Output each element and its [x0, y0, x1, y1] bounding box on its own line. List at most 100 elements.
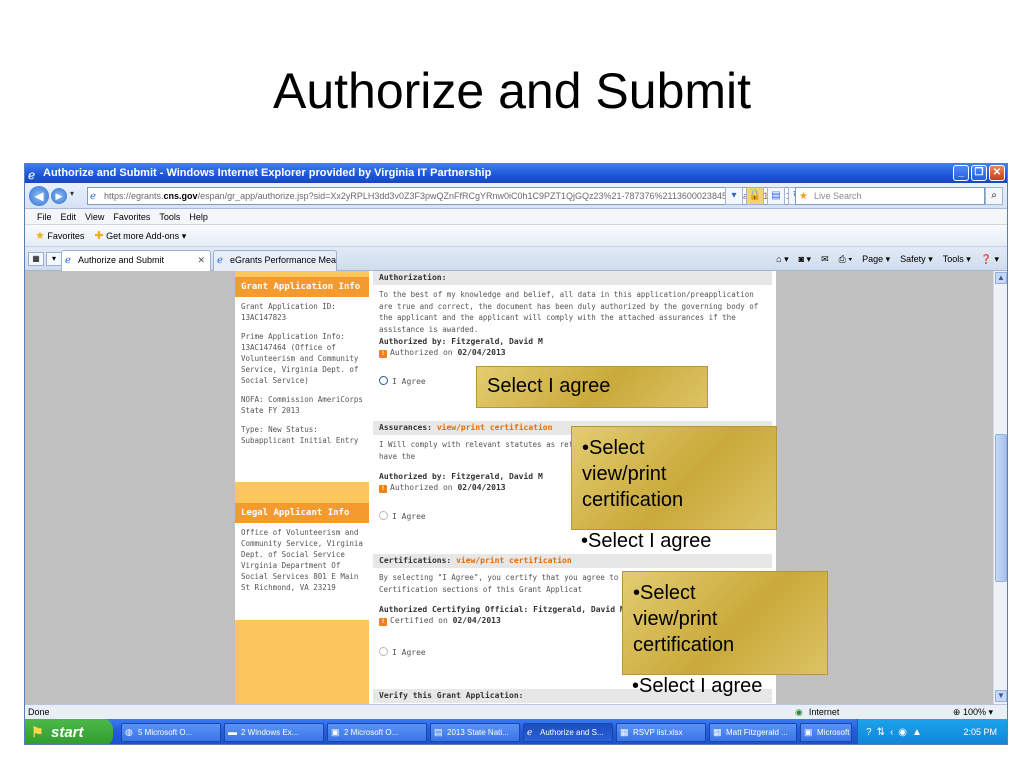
start-button[interactable]: ⚑ start: [25, 719, 113, 744]
taskbar-item[interactable]: ▦ Matt Fitzgerald ...: [709, 723, 797, 742]
live-search-icon: ★: [799, 191, 808, 202]
alert-icon: !: [379, 485, 387, 493]
help-tray-icon[interactable]: ?: [866, 719, 872, 744]
safety-menu[interactable]: Safety ▾: [900, 252, 933, 266]
mail-icon[interactable]: ✉: [821, 252, 829, 266]
taskbar-item[interactable]: ▣Microsoft Office...: [800, 723, 852, 742]
grant-info-block: Grant Application Info Grant Application…: [235, 277, 369, 482]
compatibility-icon[interactable]: ▤: [767, 187, 785, 205]
back-icon[interactable]: ◀: [29, 186, 49, 206]
help-icon[interactable]: ❓ ▾: [981, 252, 999, 266]
history-dropdown-icon[interactable]: ▾: [70, 189, 74, 198]
taskbar-item[interactable]: ▬ 2 Windows Ex...: [224, 723, 324, 742]
close-icon[interactable]: ✕: [989, 165, 1005, 181]
taskbar-item[interactable]: ▦ RSVP list.xlsx: [616, 723, 706, 742]
grant-info-header: Grant Application Info: [235, 277, 369, 297]
home-icon[interactable]: ⌂ ▾: [776, 252, 788, 266]
print-icon[interactable]: ⎙ ▾: [839, 252, 852, 266]
alert-icon: !: [379, 350, 387, 358]
tab-close-icon[interactable]: ✕: [197, 251, 205, 270]
callout-assurances-tail: •Select I agree: [581, 530, 712, 552]
certifications-heading: Certifications: view/print certification: [373, 554, 772, 568]
get-addons-link[interactable]: ✚ Get more Add-ons ▾: [94, 225, 186, 246]
command-bar: ⌂ ▾ ◙ ▾ ✉ ⎙ ▾ Page ▾ Safety ▾ Tools ▾ ❓ …: [776, 252, 999, 266]
menu-view[interactable]: View: [85, 209, 104, 224]
menu-help[interactable]: Help: [189, 209, 208, 224]
authorization-agree-radio[interactable]: I Agree: [379, 376, 426, 388]
certifications-certification-link[interactable]: view/print certification: [456, 556, 572, 565]
quick-tabs-icon[interactable]: ▦: [28, 252, 44, 266]
taskbar-item[interactable]: ◍ 5 Microsoft O...: [121, 723, 221, 742]
outlook-icon: ◍: [125, 727, 133, 737]
menu-file[interactable]: File: [37, 209, 52, 224]
tray-icons: ? ⇅ ‹ ◉ ▲: [866, 719, 922, 744]
favorites-button[interactable]: ★ Favorites: [35, 225, 84, 246]
taskbar-item[interactable]: ▤ 2013 State Nati...: [430, 723, 520, 742]
lock-icon[interactable]: 🔒: [746, 187, 764, 205]
menu-edit[interactable]: Edit: [61, 209, 77, 224]
page-menu[interactable]: Page ▾: [862, 252, 890, 266]
zoom-level[interactable]: ⊕ 100% ▾: [953, 705, 993, 719]
menu-bar: File Edit View Favorites Tools Help: [25, 209, 1007, 225]
status-bar: Done ◉ Internet ⊕ 100% ▾: [25, 704, 1007, 719]
scroll-thumb[interactable]: [995, 434, 1007, 582]
assurances-by: Authorized by: Fitzgerald, David M: [379, 472, 543, 481]
certifications-agree-radio[interactable]: I Agree: [379, 647, 426, 659]
quick-tabs: ▦ ▾: [28, 252, 62, 266]
certifications-by: Authorized Certifying Official: Fitzgera…: [379, 605, 625, 614]
tab-ie-icon: ℯ: [217, 255, 223, 266]
address-input[interactable]: ℯ https://egrants.cns.gov/espan/gr_app/a…: [87, 187, 792, 205]
excel-icon: ▦: [620, 727, 629, 737]
antivirus-icon[interactable]: ▲: [912, 719, 922, 744]
ie-icon: ℯ: [527, 727, 533, 737]
slide-title: Authorize and Submit: [272, 63, 752, 119]
search-icon[interactable]: ⌕: [985, 187, 1003, 205]
window-titlebar[interactable]: ℯ Authorize and Submit - Windows Interne…: [25, 164, 1007, 183]
taskbar-item[interactable]: ▣ 2 Microsoft O...: [327, 723, 427, 742]
star-icon: ★: [35, 230, 45, 242]
browser-window: ℯ Authorize and Submit - Windows Interne…: [24, 163, 1008, 745]
window-title: Authorize and Submit - Windows Internet …: [43, 167, 492, 179]
feeds-icon[interactable]: ◙ ▾: [799, 252, 811, 266]
maximize-icon[interactable]: ❐: [971, 165, 987, 181]
scroll-up-icon[interactable]: ▲: [995, 272, 1007, 284]
address-row: ◀ ▶ ▾ ℯ https://egrants.cns.gov/espan/gr…: [25, 183, 1007, 209]
tab-row: ▦ ▾ ℯ Authorize and Submit ✕ ℯ eGrants P…: [25, 247, 1007, 271]
radio-icon: [379, 647, 388, 656]
favorites-bar: ★ Favorites ✚ Get more Add-ons ▾: [25, 225, 1007, 247]
callout-certifications-tail: •Select I agree: [632, 675, 763, 697]
grant-info-text: Grant Application ID: 13AC147823 Prime A…: [241, 302, 363, 445]
security-zone[interactable]: ◉ Internet: [795, 705, 839, 719]
callout-certifications: •Select view/print certification: [622, 571, 828, 675]
network-icon[interactable]: ⇅: [877, 719, 885, 744]
callout-assurances: •Select view/print certification: [571, 426, 777, 530]
folder-icon: ▬: [228, 727, 237, 737]
authorization-by: Authorized by: Fitzgerald, David M: [379, 337, 543, 346]
search-input[interactable]: ★ Live Search: [795, 187, 985, 205]
tab-egrants-performance[interactable]: ℯ eGrants Performance Measur...: [213, 250, 337, 271]
pdf-icon: ▤: [434, 727, 443, 737]
vertical-scrollbar[interactable]: ▲ ▼: [993, 271, 1007, 704]
security-icon[interactable]: ◉: [898, 719, 907, 744]
assurances-certification-link[interactable]: view/print certification: [437, 423, 553, 432]
scroll-down-icon[interactable]: ▼: [995, 690, 1007, 702]
menu-tools[interactable]: Tools: [159, 209, 180, 224]
minimize-icon[interactable]: _: [953, 165, 969, 181]
legal-info-header: Legal Applicant Info: [235, 503, 369, 523]
taskbar-item[interactable]: ℯ Authorize and S...: [523, 723, 613, 742]
tab-list-icon[interactable]: ▾: [46, 252, 62, 266]
authorization-date: ! Authorized on 02/04/2013: [379, 347, 506, 358]
page-viewport: Grant Application Info Grant Application…: [25, 271, 993, 704]
windows-flag-icon: ⚑: [31, 724, 44, 740]
menu-favorites[interactable]: Favorites: [113, 209, 150, 224]
authorization-text: To the best of my knowledge and belief, …: [379, 290, 759, 334]
assurances-agree-radio[interactable]: I Agree: [379, 511, 426, 523]
tab-authorize-submit[interactable]: ℯ Authorize and Submit ✕: [61, 250, 211, 271]
tools-menu[interactable]: Tools ▾: [943, 252, 971, 266]
assurances-date: ! Authorized on 02/04/2013: [379, 482, 506, 493]
forward-icon[interactable]: ▶: [51, 188, 67, 204]
excel-icon: ▦: [713, 727, 722, 737]
chevron-left-icon[interactable]: ‹: [890, 719, 893, 744]
address-dropdown-icon[interactable]: ▾: [725, 187, 743, 205]
legal-info-text: Office of Volunteerism and Community Ser…: [241, 528, 363, 592]
